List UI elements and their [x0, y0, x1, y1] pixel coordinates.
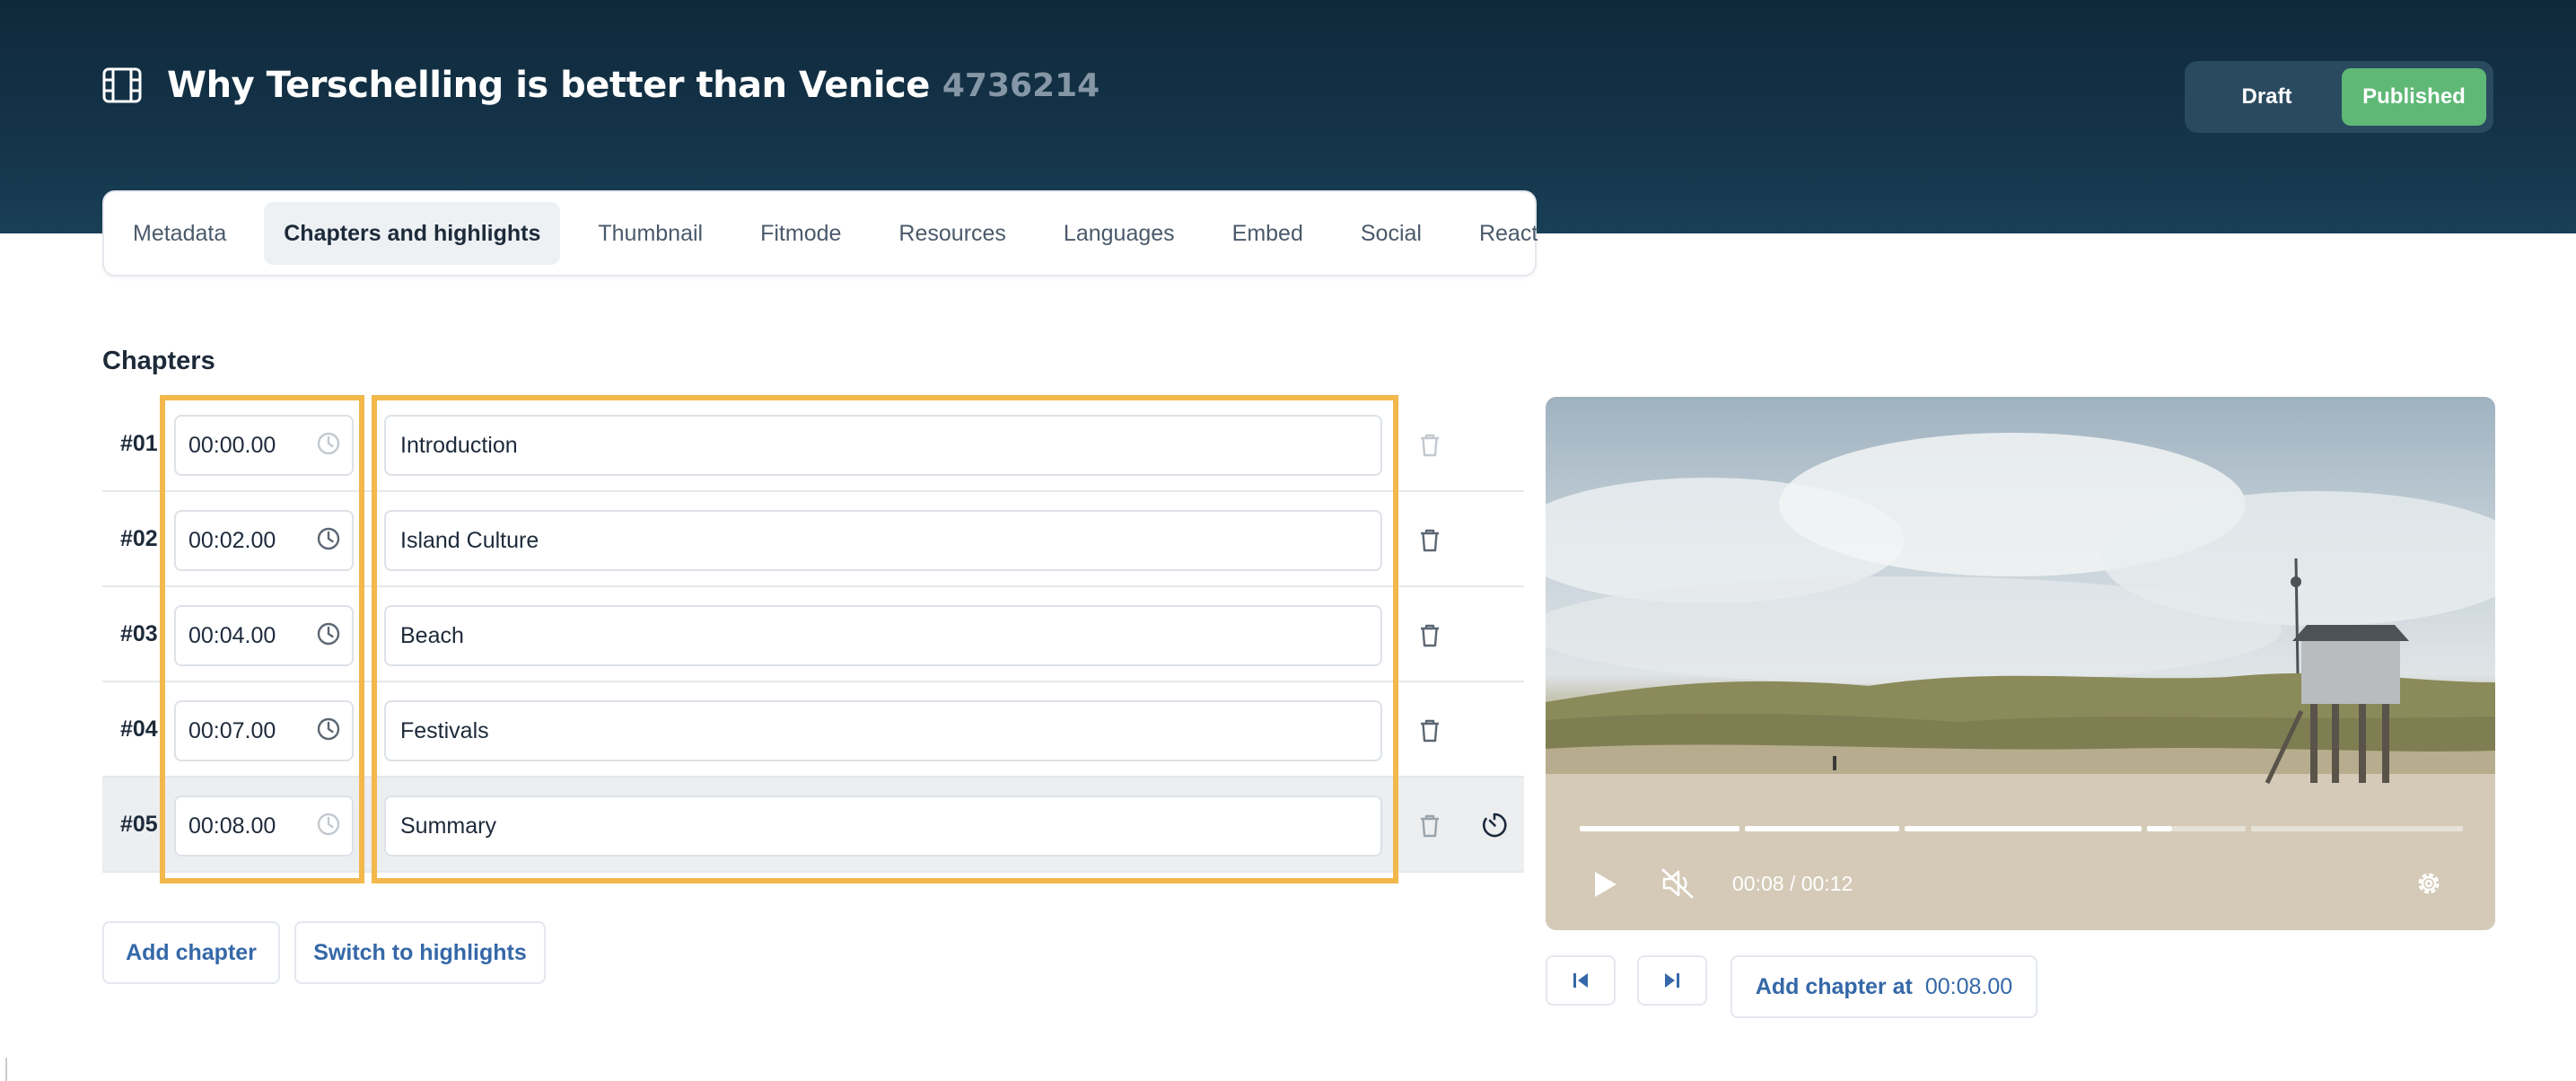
tab-metadata[interactable]: Metadata: [113, 202, 246, 265]
status-draft-button[interactable]: Draft: [2192, 68, 2342, 126]
chapter-row-selected: #05 00:08.00 Summary: [102, 778, 1524, 873]
publish-status-toggle: Draft Published: [2185, 61, 2493, 133]
player-controls: 00:08 / 00:12: [1546, 858, 2495, 912]
chapter-row: #03 00:04.00 Beach: [102, 587, 1524, 682]
tab-chapters-and-highlights[interactable]: Chapters and highlights: [264, 202, 561, 265]
chapter-time-input[interactable]: 00:04.00: [174, 605, 354, 666]
add-chapter-at-button[interactable]: Add chapter at 00:08.00: [1730, 955, 2037, 1018]
chapter-number: #05: [120, 811, 158, 837]
chapter-time-input[interactable]: 00:00.00: [174, 415, 354, 476]
previous-chapter-button[interactable]: [1546, 955, 1616, 1006]
status-published-button[interactable]: Published: [2341, 68, 2486, 126]
mute-icon[interactable]: [1660, 867, 1696, 900]
add-chapter-at-label: Add chapter at: [1755, 973, 1913, 999]
edge-marker: [5, 1058, 7, 1081]
chapter-time-input[interactable]: 00:02.00: [174, 510, 354, 571]
title-row: Why Terschelling is better than Venice 4…: [102, 65, 1100, 106]
tab-resources[interactable]: Resources: [879, 202, 1026, 265]
clock-icon[interactable]: [316, 812, 341, 837]
page-title: Why Terschelling is better than Venice: [167, 65, 930, 106]
chapter-time-input[interactable]: 00:07.00: [174, 700, 354, 761]
video-id: 4736214: [942, 66, 1100, 104]
add-chapter-at-time: 00:08.00: [1924, 973, 2013, 999]
next-chapter-button[interactable]: [1637, 955, 1707, 1006]
playback-time: 00:08 / 00:12: [1732, 872, 1853, 895]
tab-fitmode[interactable]: Fitmode: [740, 202, 861, 265]
chapter-number: #04: [120, 716, 158, 742]
trash-icon[interactable]: [1418, 813, 1441, 839]
chapter-name-value: Summary: [400, 813, 496, 839]
clock-icon[interactable]: [316, 621, 341, 646]
chapter-time-value: 00:07.00: [188, 717, 276, 743]
trash-icon[interactable]: [1418, 528, 1441, 553]
chapter-name-input[interactable]: Summary: [384, 795, 1382, 857]
chapter-name-input[interactable]: Beach: [384, 605, 1382, 666]
chapter-number: #01: [120, 430, 158, 456]
add-chapter-button[interactable]: Add chapter: [102, 921, 280, 984]
tab-social[interactable]: Social: [1341, 202, 1441, 265]
chapter-time-value: 00:02.00: [188, 527, 276, 553]
timer-icon[interactable]: [1481, 812, 1508, 839]
play-icon[interactable]: [1592, 869, 1619, 900]
switch-to-highlights-button[interactable]: Switch to highlights: [294, 921, 546, 984]
chapter-time-value: 00:08.00: [188, 813, 276, 839]
chapter-progress-bar[interactable]: [1580, 826, 2463, 831]
tab-embed[interactable]: Embed: [1213, 202, 1323, 265]
trash-icon[interactable]: [1418, 433, 1441, 458]
skip-next-icon: [1665, 973, 1679, 988]
trash-icon[interactable]: [1418, 718, 1441, 743]
chapter-time-input[interactable]: 00:08.00: [174, 795, 354, 857]
film-icon: [102, 67, 142, 103]
tab-thumbnail[interactable]: Thumbnail: [578, 202, 723, 265]
clock-icon[interactable]: [316, 526, 341, 551]
chapter-name-value: Beach: [400, 622, 464, 648]
tab-react[interactable]: React: [1459, 202, 1557, 265]
clock-icon[interactable]: [316, 431, 341, 456]
chapter-time-value: 00:04.00: [188, 622, 276, 648]
chapter-name-input[interactable]: Introduction: [384, 415, 1382, 476]
section-title-chapters: Chapters: [102, 347, 215, 375]
clock-icon[interactable]: [316, 716, 341, 742]
chapter-name-value: Island Culture: [400, 527, 539, 553]
tab-bar: Metadata Chapters and highlights Thumbna…: [102, 190, 1538, 277]
chapters-list: #01 00:00.00 Introduction #02 00:02.00 I…: [102, 397, 1524, 873]
video-player[interactable]: 00:08 / 00:12: [1546, 397, 2495, 930]
chapter-name-value: Introduction: [400, 432, 518, 458]
video-frame: [1546, 433, 2495, 930]
chapter-name-input[interactable]: Festivals: [384, 700, 1382, 761]
trash-icon[interactable]: [1418, 623, 1441, 648]
chapter-row: #02 00:02.00 Island Culture: [102, 492, 1524, 587]
chapter-time-value: 00:00.00: [188, 432, 276, 458]
chapter-row: #01 00:00.00 Introduction: [102, 397, 1524, 492]
chapter-number: #03: [120, 620, 158, 646]
settings-gear-icon[interactable]: [2414, 869, 2443, 898]
chapter-name-input[interactable]: Island Culture: [384, 510, 1382, 571]
tab-languages[interactable]: Languages: [1044, 202, 1195, 265]
skip-previous-icon: [1573, 973, 1588, 988]
chapter-row: #04 00:07.00 Festivals: [102, 682, 1524, 778]
chapter-name-value: Festivals: [400, 717, 489, 743]
chapter-number: #02: [120, 525, 158, 551]
